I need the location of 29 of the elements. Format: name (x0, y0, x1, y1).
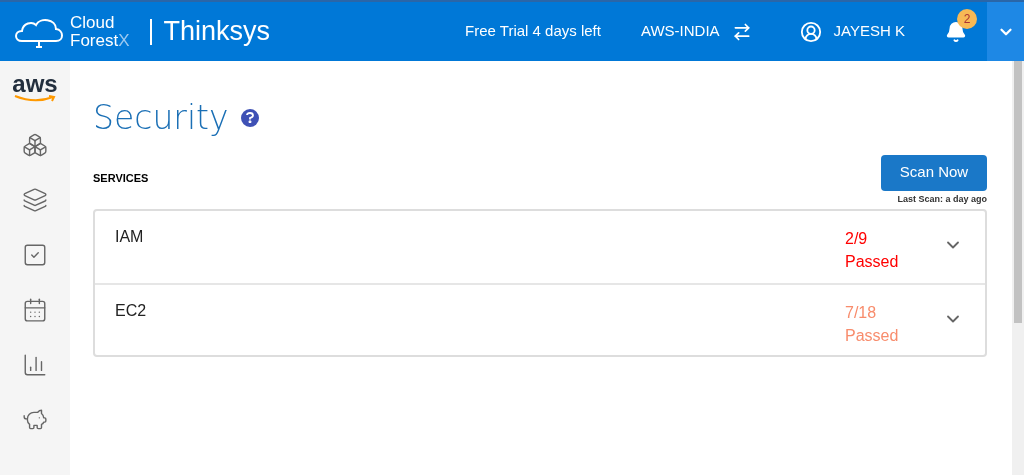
account-switcher[interactable]: AWS-INDIA (640, 20, 752, 43)
passed-count: 2/9 (845, 229, 869, 249)
checkbox-icon[interactable] (22, 242, 48, 268)
logo-text: Cloud (70, 13, 116, 32)
page-title: Security (93, 97, 229, 139)
user-icon (799, 20, 822, 43)
scan-now-button[interactable]: Scan Now (881, 154, 987, 191)
company-name: Thinksys (163, 15, 271, 49)
service-row[interactable]: EC2 7/18 Passed (95, 283, 985, 355)
service-name: IAM (115, 227, 145, 247)
scrollbar[interactable] (1012, 61, 1024, 475)
user-menu[interactable]: JAYESH K (799, 20, 905, 43)
layers-icon[interactable] (22, 187, 48, 213)
passed-count: 7/18 (845, 303, 878, 323)
passed-label: Passed (845, 252, 900, 272)
help-icon[interactable] (240, 108, 259, 127)
bar-chart-icon[interactable] (22, 352, 48, 378)
aws-logo: aws (12, 73, 58, 95)
service-row[interactable]: IAM 2/9 Passed (95, 211, 985, 283)
trial-notice: Free Trial 4 days left (465, 21, 601, 42)
cubes-icon[interactable] (22, 132, 48, 158)
notification-badge: 2 (957, 8, 977, 29)
last-scan-text: Last Scan: a day ago (897, 192, 987, 206)
smile-arrow-icon (13, 95, 57, 103)
section-heading: SERVICES (93, 170, 149, 186)
logo-text: ForestX (70, 31, 130, 50)
calendar-icon[interactable] (22, 297, 48, 323)
passed-label: Passed (845, 326, 900, 346)
service-name: EC2 (115, 301, 148, 321)
